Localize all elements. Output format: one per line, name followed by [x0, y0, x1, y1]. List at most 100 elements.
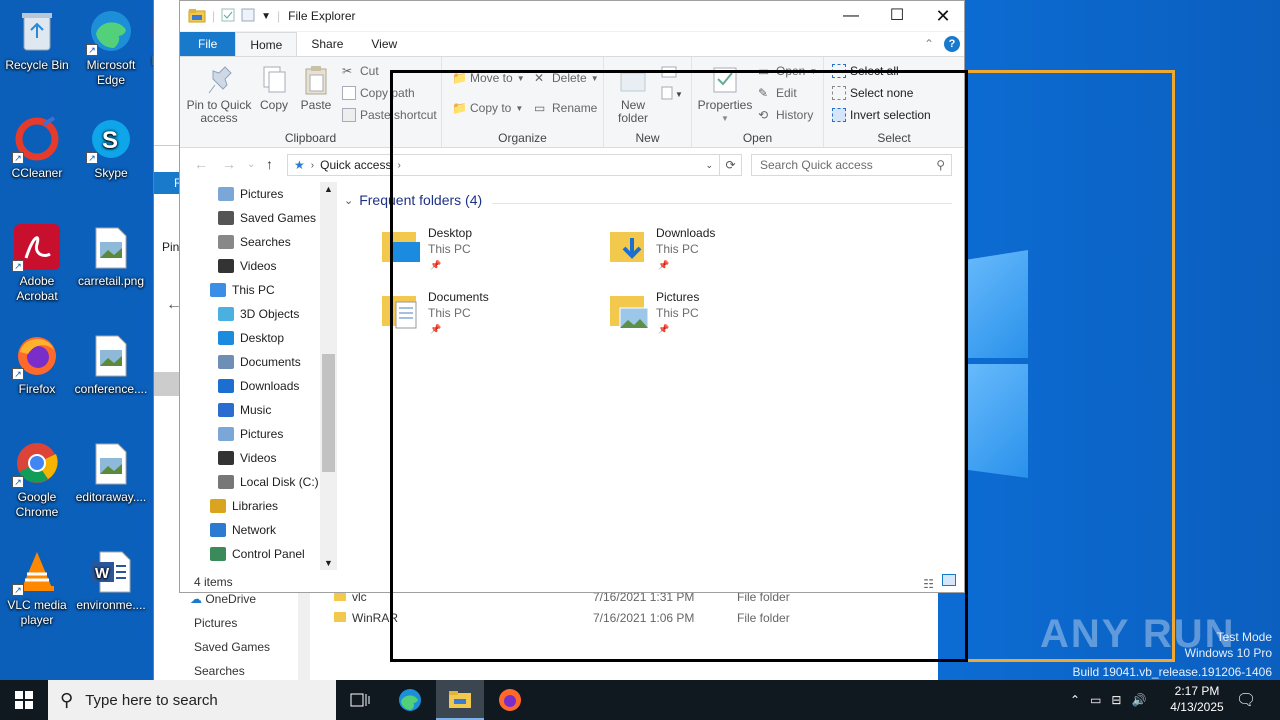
tab-view[interactable]: View — [357, 32, 411, 56]
sidebar-item-videos[interactable]: Videos — [218, 447, 276, 469]
desktop-icon-firefox[interactable]: ↗ Firefox — [0, 332, 74, 397]
scroll-up-icon[interactable]: ▲ — [324, 184, 333, 194]
volume-icon[interactable]: 🔊 — [1131, 693, 1146, 707]
sidebar-item-documents[interactable]: Documents — [218, 351, 301, 373]
select-none-button[interactable]: Select none — [832, 86, 913, 100]
sidebar-item-network[interactable]: Network — [210, 519, 276, 541]
easy-access-icon[interactable]: ▼ — [660, 85, 684, 104]
sidebar-item-3d-objects[interactable]: 3D Objects — [218, 303, 299, 325]
forward-arrow-icon[interactable]: → — [222, 156, 236, 172]
customize-qa-dropdown-icon[interactable]: ▼ — [261, 11, 271, 22]
notification-icon[interactable]: 🗨 — [1236, 690, 1256, 710]
desktop-icon-label: VLC media player — [7, 598, 67, 627]
cut-button[interactable]: ✂ Cut — [342, 64, 379, 78]
maximize-button[interactable]: ☐ — [874, 1, 920, 32]
desktop-icon-editoraway[interactable]: editoraway.... — [74, 440, 148, 505]
taskbar-edge-button[interactable] — [386, 680, 434, 720]
new-folder-button[interactable]: New folder — [610, 65, 656, 125]
breadcrumb[interactable]: Quick access — [320, 158, 391, 172]
back-arrow-icon[interactable]: ← — [194, 156, 208, 172]
sidebar-item-videos[interactable]: Videos — [218, 255, 276, 277]
sidebar-item-searches[interactable]: Searches — [218, 231, 291, 253]
task-view-button[interactable] — [336, 680, 384, 720]
desktop-icon-carretail[interactable]: carretail.png — [74, 224, 148, 289]
large-icons-view-icon[interactable] — [942, 574, 956, 586]
sidebar-item-downloads[interactable]: Downloads — [218, 375, 299, 397]
taskbar-search-input[interactable]: ⚲ Type here to search — [48, 680, 336, 720]
sidebar-item-pictures[interactable]: Pictures — [218, 183, 283, 205]
invert-selection-button[interactable]: Invert selection — [832, 108, 931, 122]
sidebar-item-control-panel[interactable]: Control Panel — [210, 543, 305, 565]
move-to-button[interactable]: 📁 Move to ▼ — [452, 71, 525, 85]
paste-shortcut-button[interactable]: Paste shortcut — [342, 108, 437, 122]
copy-to-button[interactable]: 📁 Copy to ▼ — [452, 101, 523, 115]
open-icon: ▭ — [758, 64, 770, 78]
refresh-icon[interactable]: ⟳ — [720, 154, 742, 176]
minimize-button[interactable]: — — [828, 1, 874, 32]
sidebar-item-local-disk-c[interactable]: Local Disk (C:) — [218, 471, 319, 493]
address-field[interactable]: ★ › Quick access › ⌄ — [287, 154, 720, 176]
scroll-thumb[interactable] — [322, 354, 335, 472]
table-row[interactable]: WinRAR — [334, 611, 398, 625]
tab-file[interactable]: File — [180, 32, 236, 56]
properties-button[interactable]: Properties ▼ — [694, 65, 756, 125]
frequent-folders-header[interactable]: ⌄ Frequent folders (4) — [344, 192, 482, 208]
bg-nav-item[interactable]: Saved Games — [194, 640, 270, 654]
close-button[interactable]: ✕ — [920, 1, 966, 32]
desktop-icon-adobe-acrobat[interactable]: ↗ Adobe Acrobat — [0, 224, 74, 304]
network-icon[interactable]: ▭ — [1090, 693, 1101, 707]
ethernet-icon[interactable]: ⊟ — [1111, 693, 1121, 707]
firefox-icon: ↗ — [12, 332, 60, 380]
paste-button[interactable]: Paste — [298, 65, 334, 112]
properties-qa-icon[interactable] — [221, 8, 235, 25]
desktop-icon-ccleaner[interactable]: ↗ CCleaner — [0, 116, 74, 181]
bg-nav-item[interactable]: Pictures — [194, 616, 237, 630]
show-hidden-icons-chevron-icon[interactable]: ⌃ — [1070, 693, 1080, 707]
desktop-icon-skype[interactable]: S ↗ Skype — [74, 116, 148, 181]
bg-nav-item[interactable]: ☁ OneDrive — [190, 592, 256, 606]
address-dropdown-icon[interactable]: ⌄ — [705, 160, 719, 171]
up-arrow-icon[interactable]: ↑ — [266, 156, 273, 172]
history-button[interactable]: ⟲ History — [758, 108, 813, 122]
desktop-icon-recycle-bin[interactable]: Recycle Bin — [0, 8, 74, 73]
sidebar-item-this-pc[interactable]: This PC — [210, 279, 275, 301]
open-button[interactable]: ▭ Open ▼ — [758, 64, 817, 78]
folder-tile-downloads[interactable]: Downloads This PC 📌 — [610, 226, 810, 282]
bg-nav-item[interactable]: Searches — [194, 664, 245, 678]
copy-button[interactable]: Copy — [256, 65, 292, 112]
scroll-down-icon[interactable]: ▼ — [324, 558, 333, 568]
desktop-icon-chrome[interactable]: ↗ Google Chrome — [0, 440, 74, 520]
rename-button[interactable]: ▭ Rename — [534, 101, 597, 115]
pin-to-quick-access-button[interactable]: Pin to Quick access — [186, 65, 252, 125]
desktop-icon-vlc[interactable]: ↗ VLC media player — [0, 548, 74, 628]
desktop-icon-edge[interactable]: ↗ Microsoft Edge — [74, 8, 148, 88]
recent-locations-icon[interactable]: ⌄ — [247, 159, 255, 170]
collapse-ribbon-icon[interactable]: ⌃ — [924, 37, 934, 51]
sidebar-item-libraries[interactable]: Libraries — [210, 495, 278, 517]
taskbar-file-explorer-button[interactable] — [436, 680, 484, 720]
edit-button[interactable]: ✎ Edit — [758, 86, 797, 100]
nav-scrollbar[interactable]: ▲ ▼ — [320, 182, 337, 570]
new-item-icon[interactable] — [660, 65, 680, 82]
folder-tile-desktop[interactable]: Desktop This PC 📌 — [382, 226, 582, 282]
taskbar-clock[interactable]: 2:17 PM 4/13/2025 — [1160, 683, 1234, 715]
new-folder-qa-icon[interactable] — [241, 8, 255, 25]
sidebar-item-saved-games[interactable]: Saved Games — [218, 207, 316, 229]
desktop-icon-environment[interactable]: W environme.... — [74, 548, 148, 613]
delete-button[interactable]: ✕ Delete ▼ — [534, 71, 599, 85]
search-input[interactable]: Search Quick access ⚲ — [751, 154, 952, 176]
taskbar-firefox-button[interactable] — [486, 680, 534, 720]
help-icon[interactable]: ? — [944, 36, 960, 52]
details-view-icon[interactable]: ☷ — [923, 575, 934, 593]
tab-share[interactable]: Share — [297, 32, 357, 56]
copy-path-button[interactable]: Copy path — [342, 86, 415, 100]
tab-home[interactable]: Home — [235, 32, 298, 56]
start-button[interactable] — [0, 680, 48, 720]
sidebar-item-music[interactable]: Music — [218, 399, 271, 421]
folder-tile-pictures[interactable]: Pictures This PC 📌 — [610, 290, 810, 346]
desktop-icon-conference[interactable]: conference.... — [74, 332, 148, 397]
sidebar-item-desktop[interactable]: Desktop — [218, 327, 284, 349]
sidebar-item-pictures[interactable]: Pictures — [218, 423, 283, 445]
select-all-button[interactable]: Select all — [832, 64, 899, 78]
folder-tile-documents[interactable]: Documents This PC 📌 — [382, 290, 582, 346]
